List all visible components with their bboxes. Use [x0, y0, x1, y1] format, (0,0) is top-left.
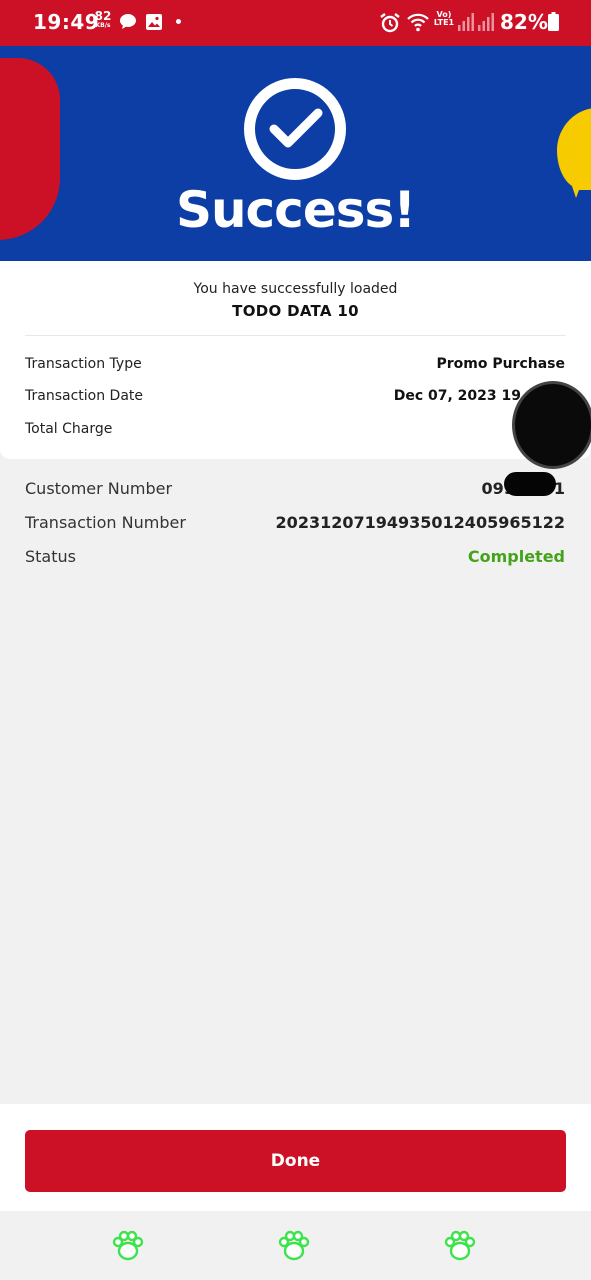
success-title: Success!	[175, 181, 416, 239]
receipt-card: You have successfully loaded TODO DATA 1…	[0, 261, 591, 459]
promo-name: TODO DATA 10	[232, 302, 359, 320]
action-panel: Done	[0, 1104, 591, 1211]
network-speed: 82 KB/s	[92, 10, 114, 29]
chat-icon	[120, 14, 136, 29]
clock: 19:49	[33, 10, 100, 34]
transaction-type-label: Transaction Type	[25, 356, 142, 372]
success-hero: Success!	[0, 46, 591, 261]
transaction-date-value: Dec 07, 2023 19	[393, 388, 521, 404]
transaction-date-label: Transaction Date	[25, 388, 144, 404]
battery-icon	[548, 12, 559, 31]
redaction-blob	[504, 472, 556, 496]
transaction-number-label: Transaction Number	[25, 513, 186, 532]
network-speed-unit: KB/s	[95, 22, 111, 29]
paw-icon[interactable]	[111, 1229, 145, 1263]
paw-icon[interactable]	[277, 1229, 311, 1263]
status-value: Completed	[467, 547, 565, 566]
wifi-icon	[407, 13, 429, 32]
status-label: Status	[25, 547, 76, 566]
signal-1-icon	[458, 13, 474, 31]
checkmark-icon	[269, 108, 323, 148]
battery-percentage: 82%	[500, 10, 548, 34]
transaction-number-value: 20231207194935012405965122	[275, 513, 565, 532]
customer-number-label: Customer Number	[25, 479, 173, 498]
notification-dot-icon	[176, 19, 181, 24]
success-message: You have successfully loaded	[193, 281, 398, 297]
alarm-icon	[380, 13, 400, 33]
status-bar: 19:49 82 KB/s Vo) LTE1 82%	[0, 0, 591, 46]
lte-label: LTE1	[433, 18, 455, 27]
divider	[25, 335, 566, 336]
done-button[interactable]: Done	[25, 1130, 566, 1192]
volte-indicator: Vo) LTE1	[432, 11, 456, 27]
check-circle-icon	[244, 78, 346, 180]
total-charge-label: Total Charge	[25, 421, 113, 437]
signal-2-icon	[478, 13, 494, 31]
gallery-icon	[146, 14, 162, 30]
paw-icon[interactable]	[443, 1229, 477, 1263]
redaction-blob	[512, 381, 591, 469]
navigation-bar	[0, 1211, 591, 1280]
network-speed-value: 82	[94, 9, 112, 23]
transaction-type-value: Promo Purchase	[436, 356, 565, 372]
